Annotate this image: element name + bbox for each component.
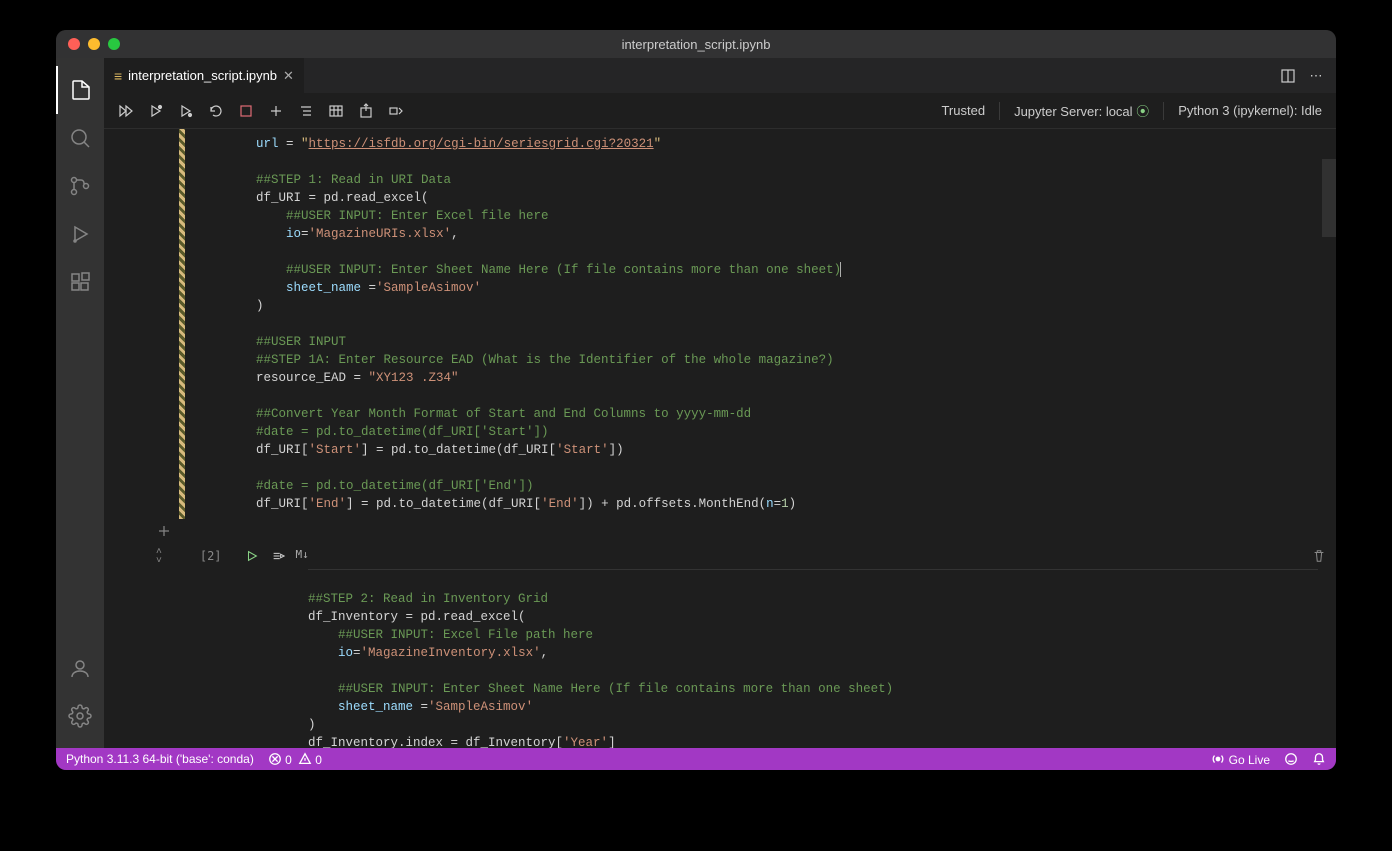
- explorer-icon[interactable]: [56, 66, 104, 114]
- titlebar: interpretation_script.ipynb: [56, 30, 1336, 58]
- cell-2-header: ˄ ˅ [2] M↓: [104, 543, 1336, 569]
- notebook-toolbar: Trusted Jupyter Server: local ⦿ Python 3…: [104, 93, 1336, 129]
- problems-errors[interactable]: 0: [268, 752, 292, 767]
- add-cell-between-icon[interactable]: [156, 523, 172, 539]
- chevron-down-icon[interactable]: ˅: [156, 556, 162, 565]
- vscode-window: interpretation_script.ipynb: [56, 30, 1336, 770]
- body: ≡ interpretation_script.ipynb ✕ ⋯: [56, 58, 1336, 748]
- restart-icon[interactable]: [208, 103, 224, 119]
- feedback-icon[interactable]: [1284, 752, 1298, 766]
- interrupt-icon[interactable]: [238, 103, 254, 119]
- code-content-2[interactable]: ##STEP 2: Read in Inventory Grid df_Inve…: [308, 584, 1318, 748]
- kernel-label[interactable]: Python 3 (ipykernel): Idle: [1178, 103, 1322, 118]
- cell-divider: [104, 519, 1336, 543]
- code-cell-1[interactable]: url = "https://isfdb.org/cgi-bin/seriesg…: [104, 129, 1336, 519]
- go-live-button[interactable]: Go Live: [1211, 752, 1270, 767]
- close-icon[interactable]: ✕: [283, 68, 294, 84]
- modified-gutter: [179, 129, 185, 519]
- run-cell-icon[interactable]: [244, 548, 260, 564]
- code-content-1[interactable]: url = "https://isfdb.org/cgi-bin/seriesg…: [186, 129, 1336, 519]
- execution-count: [2]: [200, 549, 222, 563]
- split-editor-icon[interactable]: [1280, 68, 1296, 84]
- source-control-icon[interactable]: [56, 162, 104, 210]
- markdown-toggle[interactable]: M↓: [296, 548, 309, 564]
- traffic-lights: [68, 38, 120, 50]
- tab-bar-actions: ⋯: [1280, 58, 1336, 93]
- status-bar: Python 3.11.3 64-bit ('base': conda) 0 0…: [56, 748, 1336, 770]
- tab-notebook[interactable]: ≡ interpretation_script.ipynb ✕: [104, 58, 305, 93]
- more-icon[interactable]: ⋯: [1308, 68, 1324, 84]
- activity-bar: [56, 58, 104, 748]
- add-cell-icon[interactable]: [268, 103, 284, 119]
- run-below-icon[interactable]: [178, 103, 194, 119]
- extensions-icon[interactable]: [56, 258, 104, 306]
- collapse-icon[interactable]: [388, 103, 404, 119]
- editor-area: ≡ interpretation_script.ipynb ✕ ⋯: [104, 58, 1336, 748]
- tab-label: interpretation_script.ipynb: [128, 68, 277, 83]
- delete-cell-icon[interactable]: [1312, 549, 1326, 563]
- cell-nav[interactable]: ˄ ˅: [156, 547, 162, 565]
- minimize-button[interactable]: [88, 38, 100, 50]
- trusted-label[interactable]: Trusted: [941, 103, 985, 118]
- server-status-icon: ⦿: [1136, 104, 1149, 119]
- variables-icon[interactable]: [328, 103, 344, 119]
- tab-bar: ≡ interpretation_script.ipynb ✕ ⋯: [104, 58, 1336, 93]
- run-by-line-icon[interactable]: [270, 548, 286, 564]
- window-title: interpretation_script.ipynb: [56, 37, 1336, 52]
- problems-warnings[interactable]: 0: [298, 752, 322, 767]
- code-cell-2[interactable]: ##STEP 2: Read in Inventory Grid df_Inve…: [104, 569, 1336, 748]
- export-icon[interactable]: [358, 103, 374, 119]
- accounts-icon[interactable]: [56, 644, 104, 692]
- search-icon[interactable]: [56, 114, 104, 162]
- outline-icon[interactable]: [298, 103, 314, 119]
- run-debug-icon[interactable]: [56, 210, 104, 258]
- run-above-icon[interactable]: [148, 103, 164, 119]
- notifications-icon[interactable]: [1312, 752, 1326, 766]
- notebook-content[interactable]: url = "https://isfdb.org/cgi-bin/seriesg…: [104, 129, 1336, 748]
- python-env[interactable]: Python 3.11.3 64-bit ('base': conda): [66, 752, 254, 766]
- close-button[interactable]: [68, 38, 80, 50]
- jupyter-server-label[interactable]: Jupyter Server: local ⦿: [1014, 101, 1149, 120]
- run-all-icon[interactable]: [118, 103, 134, 119]
- settings-gear-icon[interactable]: [56, 692, 104, 740]
- jupyter-icon: ≡: [114, 68, 122, 84]
- maximize-button[interactable]: [108, 38, 120, 50]
